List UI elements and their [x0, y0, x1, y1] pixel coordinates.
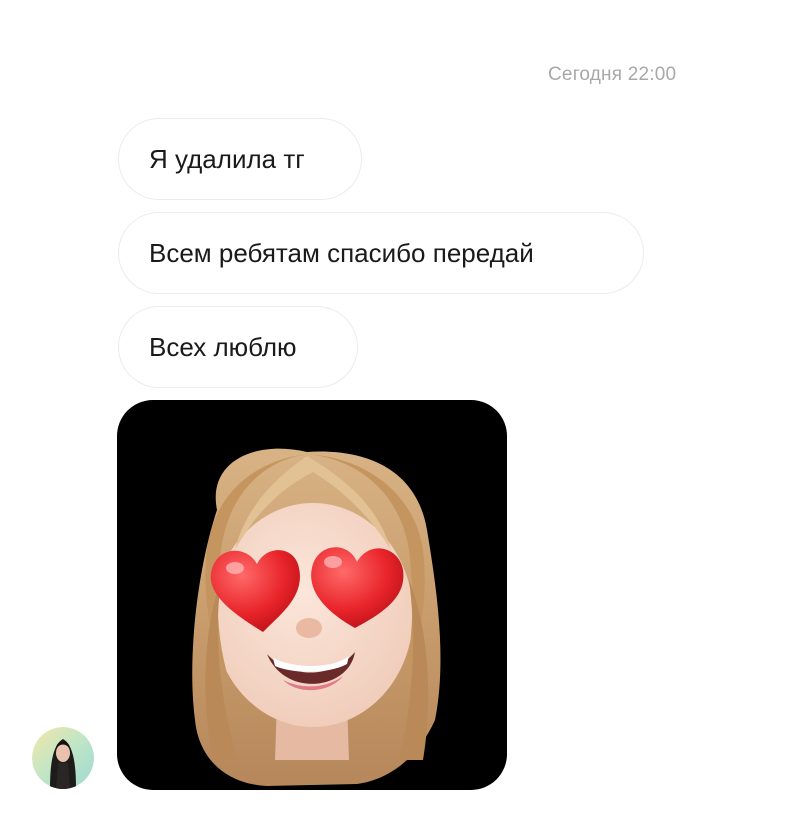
message-text: Всем ребятам спасибо передай — [149, 237, 534, 268]
user-avatar-icon — [32, 727, 94, 789]
message-bubble[interactable]: Я удалила тг — [118, 118, 362, 200]
message-timestamp: Сегодня 22:00 — [548, 64, 677, 85]
memoji-heart-eyes-icon — [192, 448, 441, 786]
message-bubble[interactable]: Всех люблю — [118, 306, 358, 388]
message-bubble[interactable]: Всем ребятам спасибо передай — [118, 212, 644, 294]
message-text: Я удалила тг — [149, 143, 305, 174]
sticker-message[interactable] — [117, 400, 507, 790]
message-text: Всех люблю — [149, 331, 297, 362]
avatar[interactable] — [32, 727, 94, 789]
